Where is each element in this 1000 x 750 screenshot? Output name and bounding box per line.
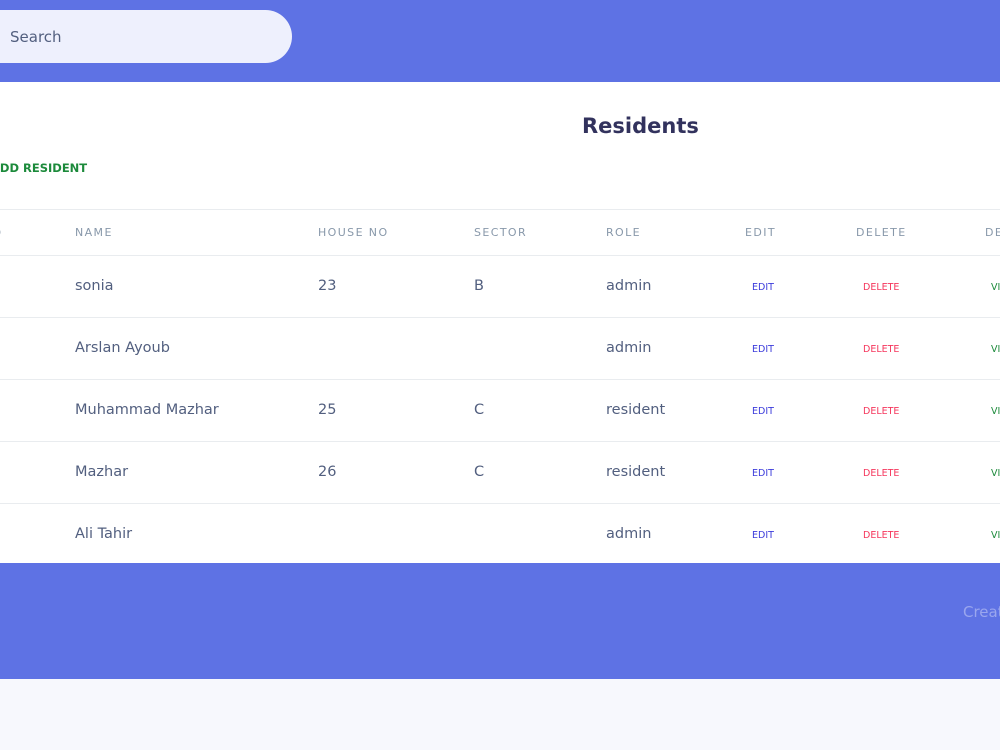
delete-button[interactable]: DELETE	[863, 344, 899, 355]
view-details-button[interactable]: VIEW	[991, 406, 1000, 417]
table-header: ID NAME HOUSE NO SECTOR ROLE EDIT DELETE…	[0, 210, 1000, 256]
table-row: Muhammad Mazhar 25 C resident EDIT DELET…	[0, 380, 1000, 442]
delete-button[interactable]: DELETE	[863, 468, 899, 479]
residents-card: Residents ADD RESIDENT ID NAME HOUSE NO …	[0, 82, 1000, 563]
top-navbar	[0, 0, 1000, 82]
cell-house-no: 25	[318, 402, 337, 418]
view-details-button[interactable]: VIEW	[991, 344, 1000, 355]
column-header-sector: SECTOR	[474, 226, 528, 239]
view-details-button[interactable]: VIEW	[991, 530, 1000, 541]
search-input[interactable]	[8, 26, 272, 47]
cell-name: Ali Tahir	[75, 526, 133, 542]
view-details-button[interactable]: VIEW	[991, 468, 1000, 479]
column-header-id: ID	[0, 226, 3, 239]
cell-role: admin	[606, 526, 652, 542]
cell-role: admin	[606, 278, 652, 294]
cell-sector: B	[474, 278, 484, 294]
column-header-house-no: HOUSE NO	[318, 226, 389, 239]
footer-credit: Created	[963, 603, 1000, 621]
cell-role: resident	[606, 464, 666, 480]
table-row: sonia 23 B admin EDIT DELETE VIEW	[0, 256, 1000, 318]
column-header-details: DETAILS	[985, 226, 1000, 239]
edit-button[interactable]: EDIT	[752, 530, 774, 541]
cell-house-no: 23	[318, 278, 337, 294]
table-row: Ali Tahir admin EDIT DELETE VIEW	[0, 504, 1000, 565]
cell-name: Mazhar	[75, 464, 129, 480]
cell-name: Arslan Ayoub	[75, 340, 170, 356]
cell-name: Muhammad Mazhar	[75, 402, 219, 418]
table-row: Arslan Ayoub admin EDIT DELETE VIEW	[0, 318, 1000, 380]
page-title: Residents	[582, 114, 699, 138]
cell-sector: C	[474, 464, 485, 480]
column-header-name: NAME	[75, 226, 113, 239]
cell-role: resident	[606, 402, 666, 418]
edit-button[interactable]: EDIT	[752, 406, 774, 417]
view-details-button[interactable]: VIEW	[991, 282, 1000, 293]
edit-button[interactable]: EDIT	[752, 282, 774, 293]
column-header-edit: EDIT	[745, 226, 776, 239]
cell-role: admin	[606, 340, 652, 356]
residents-table: ID NAME HOUSE NO SECTOR ROLE EDIT DELETE…	[0, 209, 1000, 565]
search-box[interactable]	[0, 10, 292, 63]
delete-button[interactable]: DELETE	[863, 282, 899, 293]
cell-sector: C	[474, 402, 485, 418]
edit-button[interactable]: EDIT	[752, 344, 774, 355]
delete-button[interactable]: DELETE	[863, 406, 899, 417]
edit-button[interactable]: EDIT	[752, 468, 774, 479]
add-resident-button[interactable]: ADD RESIDENT	[0, 161, 87, 175]
delete-button[interactable]: DELETE	[863, 530, 899, 541]
cell-name: sonia	[75, 278, 114, 294]
footer: Created	[0, 563, 1000, 679]
table-row: Mazhar 26 C resident EDIT DELETE VIEW	[0, 442, 1000, 504]
cell-house-no: 26	[318, 464, 337, 480]
column-header-delete: DELETE	[856, 226, 907, 239]
column-header-role: ROLE	[606, 226, 641, 239]
